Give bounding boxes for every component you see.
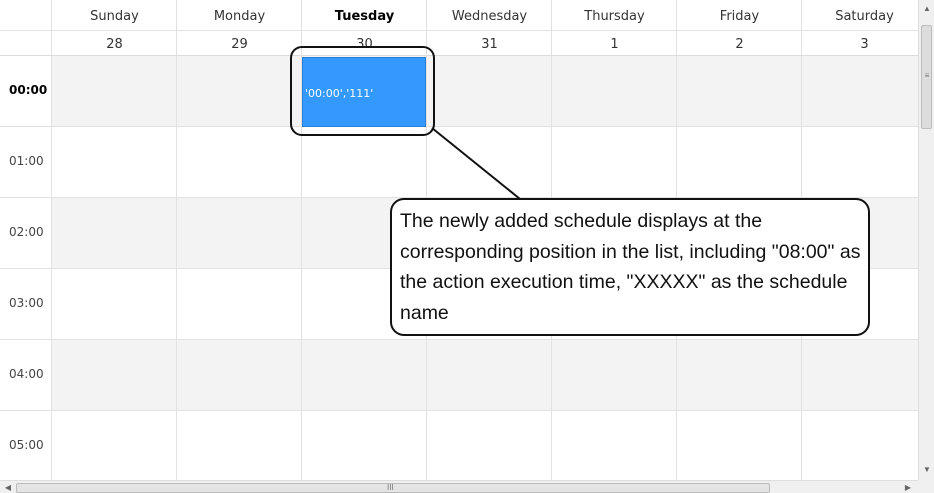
- day-header-wednesday[interactable]: Wednesday: [427, 6, 552, 28]
- header-separator: [176, 0, 177, 56]
- time-label: 05:00: [9, 438, 44, 452]
- day-header-friday[interactable]: Friday: [677, 6, 802, 28]
- slot-cell[interactable]: [52, 198, 177, 268]
- slot-cell[interactable]: [302, 340, 427, 410]
- date-header-thursday[interactable]: 1: [552, 34, 677, 56]
- date-header-wednesday[interactable]: 31: [427, 34, 552, 56]
- header-separator: [51, 0, 52, 56]
- time-label: 03:00: [9, 296, 44, 310]
- day-header-tuesday[interactable]: Tuesday: [302, 6, 427, 28]
- hour-row: 00:00: [0, 56, 918, 127]
- slot-cell[interactable]: [427, 127, 552, 197]
- scroll-left-icon[interactable]: ◀: [2, 481, 14, 493]
- annotation-text: The newly added schedule displays at the…: [400, 210, 861, 324]
- slot-cell[interactable]: [427, 340, 552, 410]
- slot-cell[interactable]: [552, 340, 677, 410]
- dates-header: 28 29 30 31 1 2 3: [0, 34, 918, 56]
- hour-row: 04:00: [0, 340, 918, 411]
- slot-cell[interactable]: [427, 411, 552, 480]
- date-header-monday[interactable]: 29: [177, 34, 302, 56]
- time-label: 00:00: [9, 83, 48, 97]
- slot-cell[interactable]: [52, 269, 177, 339]
- slot-cell[interactable]: [177, 411, 302, 480]
- slot-cell[interactable]: [52, 56, 177, 126]
- slot-cell[interactable]: [52, 127, 177, 197]
- grip-icon: III: [387, 483, 394, 492]
- horizontal-scroll-thumb[interactable]: III: [16, 483, 770, 493]
- annotation-callout: The newly added schedule displays at the…: [390, 198, 870, 336]
- hour-row: 01:00: [0, 127, 918, 198]
- time-label: 04:00: [9, 367, 44, 381]
- date-header-saturday[interactable]: 3: [802, 34, 927, 56]
- slot-cell[interactable]: [302, 127, 427, 197]
- time-cell: 00:00: [0, 56, 52, 126]
- dates-gutter: [0, 34, 52, 56]
- slot-cell[interactable]: [802, 127, 918, 197]
- header-separator: [551, 0, 552, 56]
- horizontal-scrollbar[interactable]: ◀ III ▶: [0, 480, 918, 493]
- time-cell: 03:00: [0, 269, 52, 339]
- header-separator: [801, 0, 802, 56]
- time-cell: 01:00: [0, 127, 52, 197]
- grip-icon: ≡: [924, 71, 930, 80]
- slot-cell[interactable]: [52, 411, 177, 480]
- slot-cell[interactable]: [177, 127, 302, 197]
- slot-cell[interactable]: [177, 198, 302, 268]
- slot-cell[interactable]: [552, 411, 677, 480]
- time-cell: 05:00: [0, 411, 52, 480]
- vertical-scrollbar[interactable]: ▲ ≡ ▼: [918, 0, 934, 480]
- day-names-header: Sunday Monday Tuesday Wednesday Thursday…: [0, 6, 918, 28]
- scrollbar-corner: [918, 480, 934, 493]
- slot-cell[interactable]: [802, 56, 918, 126]
- vertical-scroll-thumb[interactable]: ≡: [921, 25, 932, 129]
- slot-cell[interactable]: [802, 411, 918, 480]
- header-divider: [0, 30, 918, 31]
- date-header-friday[interactable]: 2: [677, 34, 802, 56]
- date-header-sunday[interactable]: 28: [52, 34, 177, 56]
- slot-cell[interactable]: [552, 56, 677, 126]
- slot-cell[interactable]: [177, 56, 302, 126]
- hour-row: 05:00: [0, 411, 918, 480]
- scroll-right-icon[interactable]: ▶: [902, 481, 914, 493]
- time-label: 01:00: [9, 154, 44, 168]
- time-cell: 04:00: [0, 340, 52, 410]
- slot-cell[interactable]: [177, 269, 302, 339]
- scroll-down-icon[interactable]: ▼: [919, 461, 934, 478]
- day-header-monday[interactable]: Monday: [177, 6, 302, 28]
- day-header-saturday[interactable]: Saturday: [802, 6, 927, 28]
- slot-cell[interactable]: [427, 56, 552, 126]
- event-highlight-box: [290, 46, 435, 136]
- scroll-up-icon[interactable]: ▲: [919, 0, 934, 17]
- slot-cell[interactable]: [677, 340, 802, 410]
- day-header-thursday[interactable]: Thursday: [552, 6, 677, 28]
- slot-cell[interactable]: [52, 340, 177, 410]
- slot-cell[interactable]: [552, 127, 677, 197]
- day-header-sunday[interactable]: Sunday: [52, 6, 177, 28]
- header-separator: [676, 0, 677, 56]
- slot-cell[interactable]: [802, 340, 918, 410]
- slot-cell[interactable]: [677, 56, 802, 126]
- slot-cell[interactable]: [302, 411, 427, 480]
- slot-cell[interactable]: [677, 411, 802, 480]
- time-label: 02:00: [9, 225, 44, 239]
- slot-cell[interactable]: [677, 127, 802, 197]
- slot-cell[interactable]: [177, 340, 302, 410]
- time-cell: 02:00: [0, 198, 52, 268]
- header-gutter: [0, 6, 52, 28]
